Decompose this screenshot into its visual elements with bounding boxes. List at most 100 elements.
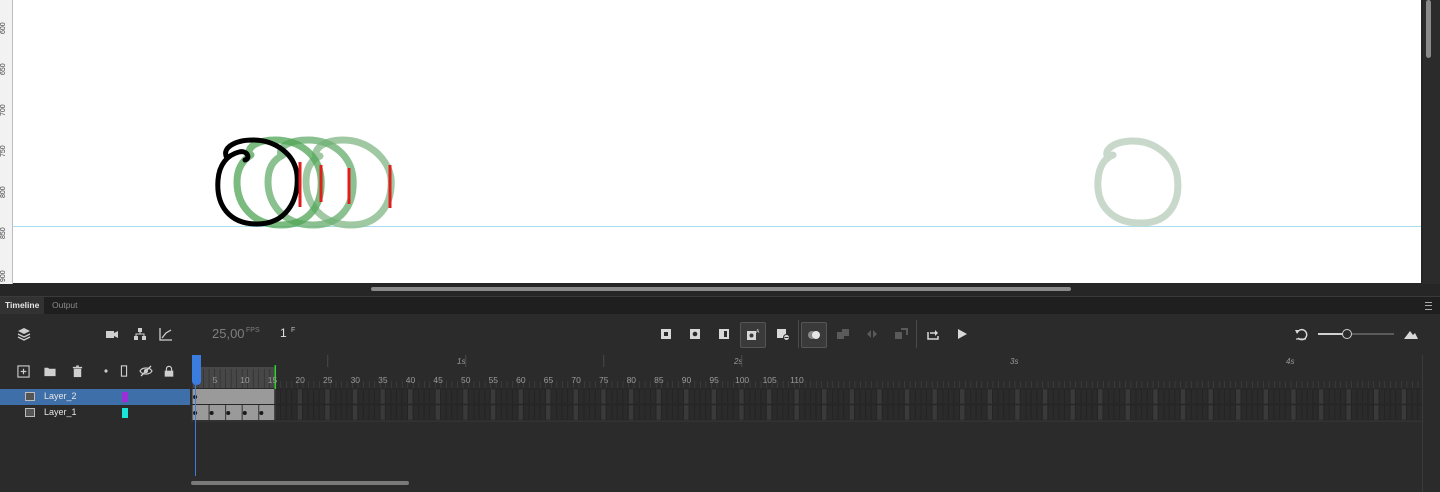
frame-cell: [391, 404, 397, 421]
frame-cell: [782, 404, 789, 421]
blank-keyframe-icon[interactable]: [685, 324, 705, 344]
frame-cell: [1241, 404, 1247, 421]
frame-cell: [368, 404, 375, 421]
frame-cell: [319, 404, 325, 421]
frame-cell: [1075, 388, 1081, 405]
layer-color-swatch[interactable]: [122, 408, 128, 418]
auto-keyframe-icon[interactable]: A: [740, 322, 766, 348]
lock-icon[interactable]: [162, 364, 176, 378]
playhead-line: [195, 385, 196, 476]
folder-icon[interactable]: [43, 364, 57, 378]
frame-cell: [832, 404, 838, 421]
layer-name[interactable]: Layer_1: [44, 407, 77, 417]
stage-horizontal-scrollbar-thumb[interactable]: [371, 287, 1071, 291]
frame-cell: [573, 388, 579, 405]
frame-cell: [805, 388, 811, 405]
outline-icon[interactable]: [117, 364, 131, 378]
frame-cell: [705, 388, 711, 405]
camera-icon[interactable]: [102, 324, 122, 344]
frame-cell: [1401, 404, 1407, 421]
frame-cell: [733, 388, 739, 405]
playhead[interactable]: [192, 355, 201, 385]
keyframe-dot: [226, 411, 231, 415]
clear-keyframe-icon[interactable]: [714, 324, 734, 344]
frame-cell: [882, 388, 888, 405]
layers-icon[interactable]: [14, 324, 34, 344]
loop-icon[interactable]: [923, 324, 943, 344]
frame-cell: [876, 388, 883, 405]
frames-grid[interactable]: [191, 355, 1422, 476]
insert-keyframe-icon[interactable]: [656, 324, 676, 344]
frame-cell: [970, 388, 976, 405]
frame-cell: [1092, 388, 1098, 405]
timeline-horizontal-scrollbar[interactable]: [191, 481, 409, 485]
highlight-dot-icon[interactable]: [99, 364, 113, 378]
zoom-slider[interactable]: [1318, 333, 1394, 335]
frame-cell: [1395, 388, 1401, 405]
frame-cell: [567, 404, 573, 421]
add-layer-icon[interactable]: [16, 364, 30, 378]
frame-cell: [1285, 388, 1291, 405]
frame-cell: [545, 388, 551, 405]
frame-cell: [1279, 404, 1286, 421]
frame-cell: [413, 388, 419, 405]
frame-cell: [1285, 404, 1291, 421]
current-frame-value[interactable]: 1: [280, 326, 287, 340]
frame-cell: [926, 404, 932, 421]
frame-cell: [887, 404, 894, 421]
graph-icon[interactable]: [156, 324, 176, 344]
frame-cell: [424, 388, 430, 405]
layer-row[interactable]: Layer_2: [0, 389, 190, 405]
stage-vertical-scrollbar-thumb[interactable]: [1426, 0, 1431, 58]
frame-cell: [727, 388, 734, 405]
hierarchy-icon[interactable]: [130, 324, 150, 344]
layer-type-icon: [25, 392, 35, 401]
frame-cell: [1025, 404, 1032, 421]
layer-name[interactable]: Layer_2: [44, 391, 77, 401]
zoom-slider-knob[interactable]: [1342, 329, 1352, 339]
vertical-ruler-label: 600: [0, 22, 7, 34]
frame-cell: [1130, 388, 1137, 405]
remove-keyframe-icon[interactable]: [773, 324, 793, 344]
frame-cell: [573, 404, 579, 421]
frame-cell: [1097, 404, 1103, 421]
frame-cell: [1213, 404, 1219, 421]
frame-cell: [1373, 388, 1379, 405]
timeline-frames[interactable]: 1s 2s 3s 4s 5 10 15 20 25 30 35 40 45 50 55 60 65 70 7…: [191, 355, 1422, 476]
frame-cell: [1213, 388, 1219, 405]
frame-cell: [738, 404, 745, 421]
frame-cell: [1020, 388, 1026, 405]
trash-icon[interactable]: [70, 364, 84, 378]
layer-row[interactable]: Layer_1: [0, 405, 190, 421]
frame-cell: [556, 404, 562, 421]
frame-cell: [650, 388, 656, 405]
layer-color-swatch[interactable]: [122, 392, 128, 402]
tab-timeline[interactable]: Timeline: [0, 297, 45, 314]
frame-cell: [1224, 404, 1230, 421]
onion-skin-icon[interactable]: [801, 322, 827, 348]
fps-value[interactable]: 25,00: [212, 326, 245, 341]
vertical-ruler-label: 900: [0, 270, 7, 282]
frame-cell: [1020, 404, 1026, 421]
frame-cell: [1196, 404, 1203, 421]
frame-cell: [711, 404, 717, 421]
frame-cell: [1301, 388, 1308, 405]
undo-icon[interactable]: [1291, 324, 1311, 344]
frame-cell: [319, 388, 325, 405]
panel-menu-icon[interactable]: [1425, 302, 1432, 310]
frame-cell: [700, 404, 706, 421]
frame-cell: [1119, 388, 1125, 405]
frame-cell: [644, 388, 651, 405]
frame-cell: [937, 404, 943, 421]
frame-cell: [617, 388, 623, 405]
frame-cell: [1373, 404, 1379, 421]
visibility-icon[interactable]: [139, 364, 153, 378]
frame-cell: [1180, 388, 1186, 405]
tab-output[interactable]: Output: [47, 297, 83, 314]
frame-cell: [1401, 388, 1407, 405]
stage-canvas[interactable]: [13, 0, 1421, 283]
frame-cell: [700, 388, 706, 405]
play-icon[interactable]: [952, 324, 972, 344]
frame-cell: [1125, 404, 1131, 421]
zoom-mountain-icon[interactable]: [1401, 324, 1421, 344]
